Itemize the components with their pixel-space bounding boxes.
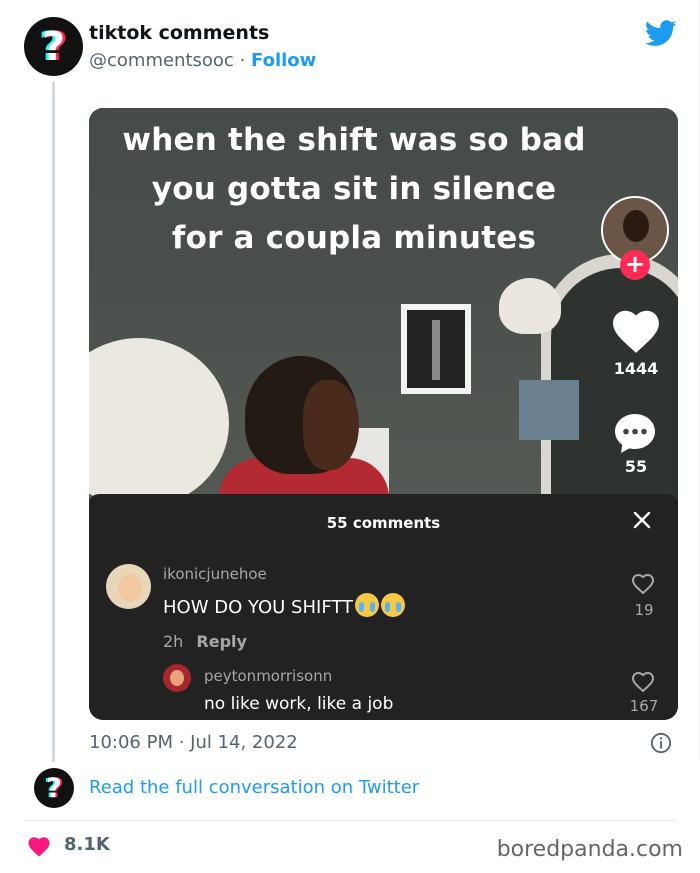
- reply-button[interactable]: Reply: [196, 632, 247, 651]
- reply-heart-icon[interactable]: [630, 671, 656, 693]
- follow-button[interactable]: Follow: [251, 50, 316, 71]
- comment-text: HOW DO YOU SHIFTT: [163, 593, 406, 618]
- reply-avatar[interactable]: [163, 664, 191, 692]
- comment-meta: 2h Reply: [163, 632, 247, 651]
- loudly-crying-face-icon: [381, 593, 406, 617]
- reply-text: no like work, like a job: [204, 694, 394, 714]
- tweet-timestamp[interactable]: 10:06 PM · Jul 14, 2022: [89, 732, 298, 753]
- comment-sheet: 55 comments ikonicjunehoe HOW DO YOU SHI…: [89, 494, 678, 720]
- twitter-bird-icon[interactable]: [645, 20, 677, 47]
- comment-bubble-icon[interactable]: [611, 410, 659, 458]
- reply-like-count: 167: [629, 697, 659, 715]
- watermark: boredpanda.com: [496, 837, 683, 862]
- caption-line: for a coupla minutes: [171, 220, 537, 256]
- decor-tower: [432, 320, 440, 380]
- creator-follow-button[interactable]: +: [620, 250, 650, 280]
- close-icon[interactable]: [630, 508, 654, 532]
- video-like-count: 1444: [613, 359, 659, 378]
- commenter-avatar-face: [118, 574, 142, 602]
- creator-avatar-face: [623, 210, 649, 242]
- video-comment-count: 55: [624, 457, 648, 476]
- divider: [24, 820, 677, 821]
- reply-username[interactable]: peytonmorrisonn: [204, 667, 332, 685]
- comment-sheet-title: 55 comments: [326, 514, 441, 532]
- tweet-card: ? tiktok comments @commentsooc · Follow …: [0, 0, 700, 873]
- tweet-media[interactable]: when the shift was so bad you gotta sit …: [89, 108, 678, 720]
- question-mark-icon: ?: [41, 23, 66, 70]
- tweet-like-count[interactable]: 8.1K: [64, 834, 110, 855]
- conversation-avatar[interactable]: ?: [34, 768, 74, 808]
- reply-avatar-face: [170, 670, 184, 686]
- author-handle[interactable]: @commentsooc: [89, 50, 234, 71]
- question-mark-icon: ?: [46, 772, 62, 804]
- caption-line: when the shift was so bad: [122, 122, 586, 158]
- decor-hat: [499, 278, 561, 334]
- author-display-name[interactable]: tiktok comments: [89, 22, 269, 44]
- comment-heart-icon[interactable]: [630, 573, 656, 595]
- comment-username[interactable]: ikonicjunehoe: [163, 565, 267, 583]
- author-avatar[interactable]: ?: [24, 17, 83, 76]
- person-face: [303, 380, 359, 470]
- thread-line: [52, 82, 55, 762]
- loudly-crying-face-icon: [355, 593, 380, 617]
- author-handle-row: @commentsooc · Follow: [89, 50, 316, 71]
- comment-text-body: HOW DO YOU SHIFTT: [163, 597, 354, 618]
- comment-like-count: 19: [634, 601, 654, 619]
- read-conversation-link[interactable]: Read the full conversation on Twitter: [89, 777, 419, 798]
- like-heart-icon[interactable]: [611, 308, 661, 354]
- info-icon[interactable]: [650, 732, 672, 754]
- caption-line: you gotta sit in silence: [151, 171, 557, 207]
- decor-photos: [519, 380, 579, 440]
- like-heart-icon[interactable]: [27, 836, 51, 857]
- separator: ·: [239, 50, 246, 71]
- commenter-avatar[interactable]: [106, 564, 151, 609]
- video-caption: when the shift was so bad you gotta sit …: [119, 116, 589, 263]
- comment-time: 2h: [163, 632, 184, 651]
